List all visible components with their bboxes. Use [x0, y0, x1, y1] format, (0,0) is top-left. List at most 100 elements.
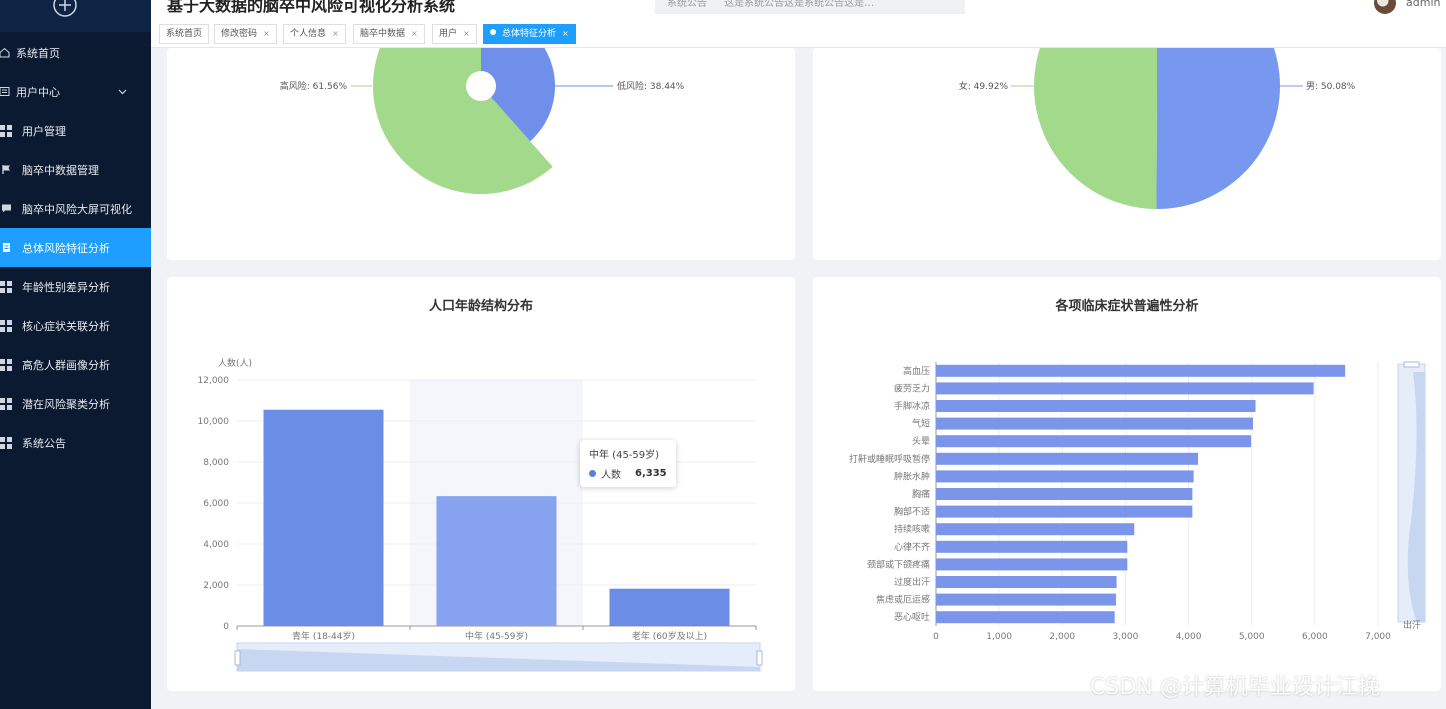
pie-label-female: 女: 49.92%	[959, 80, 1009, 92]
close-icon[interactable]: ×	[411, 29, 418, 38]
page-title: 基于大数据的脑卒中风险可视化分析系统	[167, 0, 456, 15]
pie-label-low-risk: 低风险: 38.44%	[617, 80, 685, 92]
grid-icon	[0, 124, 12, 137]
sidebar-item-label: 总体风险特征分析	[22, 241, 110, 255]
notice-label: 系统公告	[667, 0, 707, 9]
bar-9[interactable]	[936, 523, 1135, 536]
age-chart-title: 人口年龄结构分布	[428, 299, 533, 314]
username[interactable]: admin	[1406, 0, 1440, 9]
pie-slice-male[interactable]	[1156, 48, 1281, 209]
zoom-label: 出汗	[1403, 619, 1421, 631]
x-tick-label: 老年 (60岁及以上)	[632, 630, 707, 642]
sidebar-item-label: 核心症状关联分析	[22, 319, 110, 333]
y-tick-label: 胸痛	[912, 488, 930, 500]
y-tick-label: 颈部或下颌疼痛	[867, 558, 930, 570]
close-icon[interactable]: ×	[332, 29, 339, 38]
bar-5[interactable]	[936, 452, 1199, 465]
bar-7[interactable]	[936, 488, 1193, 500]
tab-label: 用户	[439, 29, 458, 39]
add-circle-icon[interactable]	[52, 0, 78, 18]
tab-bar: 系统首页 修改密码 × 个人信息 × 脑卒中数据 × 用户 × 总体特征分析 ×	[151, 20, 1446, 48]
top-header: 基于大数据的脑卒中风险可视化分析系统 系统公告 这是系统公告这是系统公告这是… …	[151, 0, 1446, 20]
bar-4[interactable]	[936, 435, 1252, 448]
sidebar-item-label: 脑卒中风险大屏可视化	[22, 202, 132, 216]
y-tick-label: 过度出汗	[894, 576, 930, 588]
tab-label: 总体特征分析	[502, 29, 557, 39]
pie-slice-female[interactable]	[1034, 48, 1157, 209]
gender-pie-card: 女: 49.92% 男: 50.08%	[813, 48, 1441, 260]
chart-tooltip: 中年 (45-59岁) 人数 6,335	[580, 440, 676, 487]
zoom-handle-right[interactable]	[756, 650, 763, 666]
y-tick-label: 6,000	[203, 499, 229, 509]
logo	[0, 0, 151, 32]
y-tick-label: 头晕	[912, 436, 930, 447]
zoom-handle-left[interactable]	[234, 650, 241, 666]
bar-0[interactable]	[936, 364, 1346, 377]
sidebar-item-2[interactable]: 用户管理	[0, 111, 151, 150]
pie-label-male: 男: 50.08%	[1306, 81, 1356, 92]
tab-3[interactable]: 脑卒中数据 ×	[353, 24, 425, 44]
bar-1[interactable]	[436, 496, 557, 626]
tab-5[interactable]: 总体特征分析 ×	[483, 24, 576, 44]
x-tick-label: 2,000	[1049, 632, 1075, 642]
bar-2[interactable]	[936, 400, 1256, 412]
y-tick-label: 持续咳嗽	[894, 523, 930, 535]
sidebar-item-10[interactable]: 系统公告	[0, 423, 151, 462]
bar-8[interactable]	[936, 505, 1193, 518]
bar-6[interactable]	[936, 470, 1194, 483]
x-tick-label: 7,000	[1365, 632, 1391, 642]
sidebar-item-0[interactable]: 系统首页	[0, 33, 151, 72]
close-icon[interactable]: ×	[562, 29, 569, 38]
tab-2[interactable]: 个人信息 ×	[283, 24, 346, 44]
y-tick-label: 0	[223, 622, 229, 632]
bar-13[interactable]	[936, 593, 1116, 606]
y-tick-label: 肿胀水肿	[894, 470, 930, 482]
close-icon[interactable]: ×	[263, 29, 270, 38]
symptom-chart-title: 各项临床症状普遍性分析	[1055, 299, 1199, 314]
zoom-handle-top[interactable]	[1403, 361, 1420, 368]
sidebar-item-7[interactable]: 核心症状关联分析	[0, 306, 151, 345]
sidebar-menu: 系统首页 用户中心用户管理脑卒中数据管理脑卒中风险大屏可视化 总体风险特征分析 年龄性…	[0, 33, 151, 462]
sidebar-item-label: 用户管理	[22, 124, 66, 138]
y-tick-label: 焦虑或厄运感	[876, 594, 930, 606]
tab-1[interactable]: 修改密码 ×	[214, 24, 277, 44]
sidebar-item-5[interactable]: 总体风险特征分析	[0, 228, 151, 267]
tab-0[interactable]: 系统首页	[159, 24, 210, 44]
bar-0[interactable]	[263, 409, 384, 626]
grid-icon	[0, 397, 12, 410]
sidebar-item-4[interactable]: 脑卒中风险大屏可视化	[0, 189, 151, 228]
y-tick-label: 2,000	[203, 581, 229, 591]
risk-pie-card: 高风险: 61.56% 低风险: 38.44%	[167, 48, 795, 260]
avatar[interactable]	[1374, 0, 1396, 14]
sidebar-item-label: 高危人群画像分析	[22, 358, 110, 372]
bar-12[interactable]	[936, 576, 1117, 588]
x-tick-label: 5,000	[1239, 632, 1265, 642]
sidebar-item-3[interactable]: 脑卒中数据管理	[0, 150, 151, 189]
bar-14[interactable]	[936, 611, 1115, 624]
bar-3[interactable]	[936, 417, 1253, 430]
pie-label-high-risk: 高风险: 61.56%	[280, 80, 348, 92]
grid-icon	[0, 436, 12, 449]
bar-2[interactable]	[609, 588, 730, 626]
notice-bar[interactable]: 系统公告 这是系统公告这是系统公告这是…	[655, 0, 965, 14]
symptom-card: 各项临床症状普遍性分析 0 1,000 2,000 3,000 4,000 5,000 6,…	[813, 277, 1441, 691]
y-tick-label: 恶心呕吐	[894, 612, 930, 623]
close-icon[interactable]: ×	[463, 29, 470, 38]
bar-1[interactable]	[936, 382, 1314, 395]
chevron-down-icon[interactable]	[118, 85, 127, 98]
sidebar-item-8[interactable]: 高危人群画像分析	[0, 345, 151, 384]
sidebar-item-label: 潜在风险聚类分析	[22, 397, 110, 411]
sidebar-item-9[interactable]: 潜在风险聚类分析	[0, 384, 151, 423]
grid-icon	[0, 280, 12, 293]
bar-11[interactable]	[936, 558, 1128, 571]
bar-10[interactable]	[936, 540, 1128, 553]
y-axis-label: 人数(人)	[218, 357, 252, 369]
sidebar-item-6[interactable]: 年龄性别差异分析	[0, 267, 151, 306]
tab-label: 系统首页	[166, 29, 203, 39]
sidebar-item-label: 年龄性别差异分析	[22, 280, 110, 294]
y-tick-label: 8,000	[203, 458, 229, 468]
gender-pie-chart: 女: 49.92% 男: 50.08%	[959, 48, 1356, 209]
sidebar-item-1[interactable]: 用户中心	[0, 72, 151, 111]
tab-4[interactable]: 用户 ×	[432, 24, 477, 44]
y-tick-label: 气短	[912, 418, 930, 430]
